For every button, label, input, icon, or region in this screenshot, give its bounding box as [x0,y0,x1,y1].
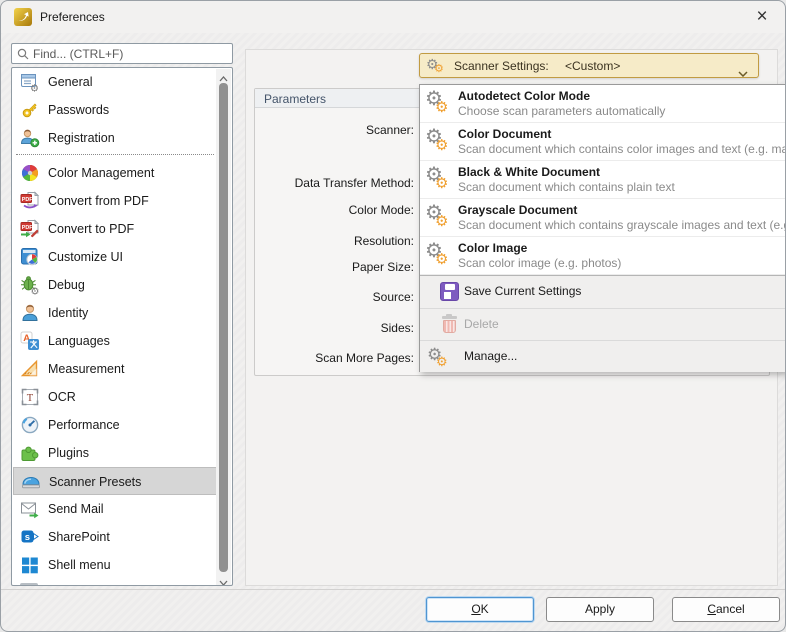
chevron-down-icon [738,64,748,82]
person-icon [20,303,40,323]
menu-item-delete: Delete [420,308,785,340]
sidebar-item-sharepoint[interactable]: s SharePoint [13,523,218,551]
ocr-icon: T [20,387,40,407]
key-icon [20,100,40,120]
menu-actions-section: Save Current Settings Delete ⚙ ⚙ Manage..… [420,275,785,372]
convert-from-pdf-icon: PDF [20,191,40,211]
sidebar-item-general[interactable]: ⚙ General [13,68,218,96]
menu-item-grayscale-document[interactable]: ⚙ ⚙ Grayscale Document Scan document whic… [420,199,785,237]
windows-logo-icon [20,555,40,575]
gears-icon: ⚙ ⚙ [425,164,449,192]
search-icon [17,48,29,60]
menu-item-black-white-document[interactable]: ⚙ ⚙ Black & White Document Scan document … [420,161,785,199]
svg-text:⚙: ⚙ [31,287,40,296]
sidebar-item-registration[interactable]: Registration [13,124,218,152]
mail-icon [20,499,40,519]
sidebar-item-measurement[interactable]: Measurement [13,355,218,383]
sidebar-item-shell-menu[interactable]: Shell menu [13,551,218,579]
sidebar-separator [16,154,214,155]
partial-next-item-icon [20,583,38,585]
sidebar-item-send-mail[interactable]: Send Mail [13,495,218,523]
sidebar-item-identity[interactable]: Identity [13,299,218,327]
sidebar-item-color-management[interactable]: Color Management [13,159,218,187]
apply-button[interactable]: Apply [546,597,654,622]
search-input[interactable] [33,45,229,62]
color-mode-label: Color Mode: [348,203,414,217]
parameters-group-title: Parameters [264,92,327,106]
scanner-presets-menu: ⚙ ⚙ Autodetect Color Mode Choose scan par… [419,84,785,372]
sidebar-item-ocr[interactable]: T OCR [13,383,218,411]
gears-icon: ⚙ ⚙ [425,126,449,154]
convert-to-pdf-icon: PDF [20,219,40,239]
scan-more-pages-label: Scan More Pages: [315,351,414,365]
scanner-settings-dropdown[interactable]: ⚙ ⚙ Scanner Settings: <Custom> [419,53,759,78]
titlebar: Preferences × [1,1,785,33]
translate-icon: A [20,331,40,351]
gears-icon: ⚙ ⚙ [425,240,449,268]
scroll-up-icon[interactable] [216,69,231,82]
paper-size-label: Paper Size: [351,260,414,274]
menu-item-autodetect-color-mode[interactable]: ⚙ ⚙ Autodetect Color Mode Choose scan par… [420,85,785,123]
sharepoint-icon: s [20,527,40,547]
menu-item-color-document[interactable]: ⚙ ⚙ Color Document Scan document which co… [420,123,785,161]
data-transfer-method-label: Data Transfer Method: [294,176,414,190]
sides-label: Sides: [380,321,414,335]
cancel-button[interactable]: Cancel [672,597,780,622]
sidebar-list: ⚙ General Passwords Registration Color M… [11,67,233,586]
resolution-label: Resolution: [353,234,414,248]
menu-item-color-image[interactable]: ⚙ ⚙ Color Image Scan color image (e.g. ph… [420,237,785,275]
gears-icon: ⚙ ⚙ [426,56,444,75]
sidebar-item-convert-from-pdf[interactable]: PDF Convert from PDF [13,187,218,215]
puzzle-icon [20,443,40,463]
sidebar-item-passwords[interactable]: Passwords [13,96,218,124]
bug-icon: ⚙ [20,275,40,298]
footer-separator [1,589,785,590]
general-icon: ⚙ [20,72,40,95]
sidebar-item-convert-to-pdf[interactable]: PDF Convert to PDF [13,215,218,243]
dropdown-value: <Custom> [565,59,621,73]
sidebar-search [11,43,233,64]
trash-icon [442,314,457,334]
app-logo-icon [14,8,32,26]
gears-icon: ⚙ ⚙ [425,202,449,230]
sidebar-item-scanner-presets[interactable]: Scanner Presets [13,467,218,495]
svg-text:PDF: PDF [22,197,33,203]
preferences-dialog: Preferences × ⚙ General [0,0,786,632]
save-icon [440,282,459,301]
ok-button[interactable]: OK [426,597,534,622]
gears-icon: ⚙ ⚙ [427,345,448,369]
sidebar-item-performance[interactable]: Performance [13,411,218,439]
window-title: Preferences [40,10,105,24]
svg-text:T: T [27,393,34,404]
svg-text:PDF: PDF [22,225,33,231]
gauge-icon [20,415,40,435]
scanner-icon [21,472,41,492]
customize-ui-icon [20,247,40,267]
gears-icon: ⚙ ⚙ [425,88,449,116]
source-label: Source: [372,290,414,304]
sidebar-item-customize-ui[interactable]: Customize UI [13,243,218,271]
sidebar-item-languages[interactable]: A Languages [13,327,218,355]
registration-icon [20,128,40,148]
svg-text:⚙: ⚙ [30,84,39,93]
svg-text:s: s [25,532,30,543]
scroll-down-icon[interactable] [216,573,231,585]
color-wheel-icon [20,163,40,183]
menu-item-save-current-settings[interactable]: Save Current Settings [420,276,785,308]
scanner-field-label: Scanner: [365,123,414,137]
menu-item-manage[interactable]: ⚙ ⚙ Manage... [420,340,785,372]
close-icon[interactable]: × [747,3,777,31]
sidebar-item-debug[interactable]: ⚙ Debug [13,271,218,299]
ruler-triangle-icon [20,359,40,379]
sidebar-item-plugins[interactable]: Plugins [13,439,218,467]
dropdown-label: Scanner Settings: [454,59,549,73]
